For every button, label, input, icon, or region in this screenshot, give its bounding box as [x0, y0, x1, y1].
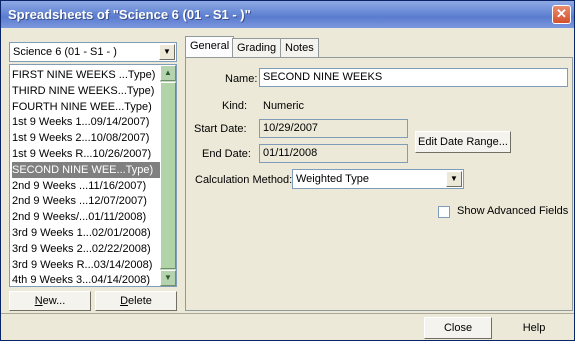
show-advanced-label: Show Advanced Fields [457, 205, 569, 217]
list-item[interactable]: THIRD NINE WEEKS...Type) [12, 83, 160, 99]
title-bar: Spreadsheets of "Science 6 (01 - S1 - )"… [1, 1, 574, 28]
class-dropdown[interactable]: Science 6 (01 - S1 - ) ▼ [9, 42, 177, 62]
spreadsheets-dialog: Spreadsheets of "Science 6 (01 - S1 - )"… [0, 0, 575, 341]
name-label: Name: [225, 73, 258, 85]
close-icon[interactable]: ✕ [552, 5, 571, 24]
name-input[interactable]: SECOND NINE WEEKS [259, 68, 568, 87]
list-item[interactable]: 2nd 9 Weeks/...01/11/2008) [12, 209, 160, 225]
chevron-down-icon[interactable]: ▼ [446, 171, 462, 187]
scroll-thumb[interactable] [160, 82, 176, 269]
end-date-label: End Date: [202, 148, 251, 160]
start-date-label: Start Date: [194, 123, 247, 135]
chevron-down-icon[interactable]: ▼ [159, 44, 175, 60]
kind-label: Kind: [222, 100, 248, 112]
vertical-scrollbar[interactable]: ▲ ▼ [160, 65, 176, 286]
close-button[interactable]: Close [424, 317, 492, 339]
show-advanced-checkbox[interactable] [438, 206, 450, 218]
kind-value: Numeric [263, 100, 304, 112]
list-item[interactable]: 4th 9 Weeks 3...04/14/2008) [12, 272, 160, 286]
tab-general[interactable]: General [185, 36, 235, 57]
class-dropdown-value: Science 6 (01 - S1 - ) [13, 46, 117, 58]
start-date-field: 10/29/2007 [259, 119, 408, 138]
delete-button[interactable]: Delete [95, 291, 177, 311]
tab-grading[interactable]: Grading [232, 38, 282, 57]
list-item[interactable]: 1st 9 Weeks R...10/26/2007) [12, 146, 160, 162]
list-item[interactable]: 1st 9 Weeks 2...10/08/2007) [12, 130, 160, 146]
list-item[interactable]: FIRST NINE WEEKS ...Type) [12, 67, 160, 83]
list-item[interactable]: 2nd 9 Weeks ...12/07/2007) [12, 193, 160, 209]
list-item[interactable]: 2nd 9 Weeks ...11/16/2007) [12, 178, 160, 194]
end-date-field: 01/11/2008 [259, 144, 408, 163]
calculation-method-value: Weighted Type [296, 173, 369, 185]
list-item[interactable]: 3rd 9 Weeks R...03/14/2008) [12, 257, 160, 273]
list-item[interactable]: 1st 9 Weeks 1...09/14/2007) [12, 114, 160, 130]
tab-notes[interactable]: Notes [280, 38, 319, 57]
edit-date-range-button[interactable]: Edit Date Range... [415, 131, 511, 153]
new-button[interactable]: New... [9, 291, 91, 311]
scroll-up-icon[interactable]: ▲ [160, 65, 176, 81]
calculation-method-label: Calculation Method: [195, 174, 293, 186]
list-item[interactable]: FOURTH NINE WEE...Type) [12, 99, 160, 115]
scroll-down-icon[interactable]: ▼ [160, 270, 176, 286]
help-button[interactable]: Help [499, 317, 569, 339]
list-item[interactable]: 3rd 9 Weeks 2...02/22/2008) [12, 241, 160, 257]
list-item[interactable]: 3rd 9 Weeks 1...02/01/2008) [12, 225, 160, 241]
list-item[interactable]: SECOND NINE WEE...Type) [12, 161, 160, 178]
calculation-method-dropdown[interactable]: Weighted Type ▼ [292, 169, 464, 189]
window-title: Spreadsheets of "Science 6 (01 - S1 - )" [8, 7, 251, 22]
spreadsheet-list[interactable]: FIRST NINE WEEKS ...Type) THIRD NINE WEEK… [9, 64, 177, 287]
